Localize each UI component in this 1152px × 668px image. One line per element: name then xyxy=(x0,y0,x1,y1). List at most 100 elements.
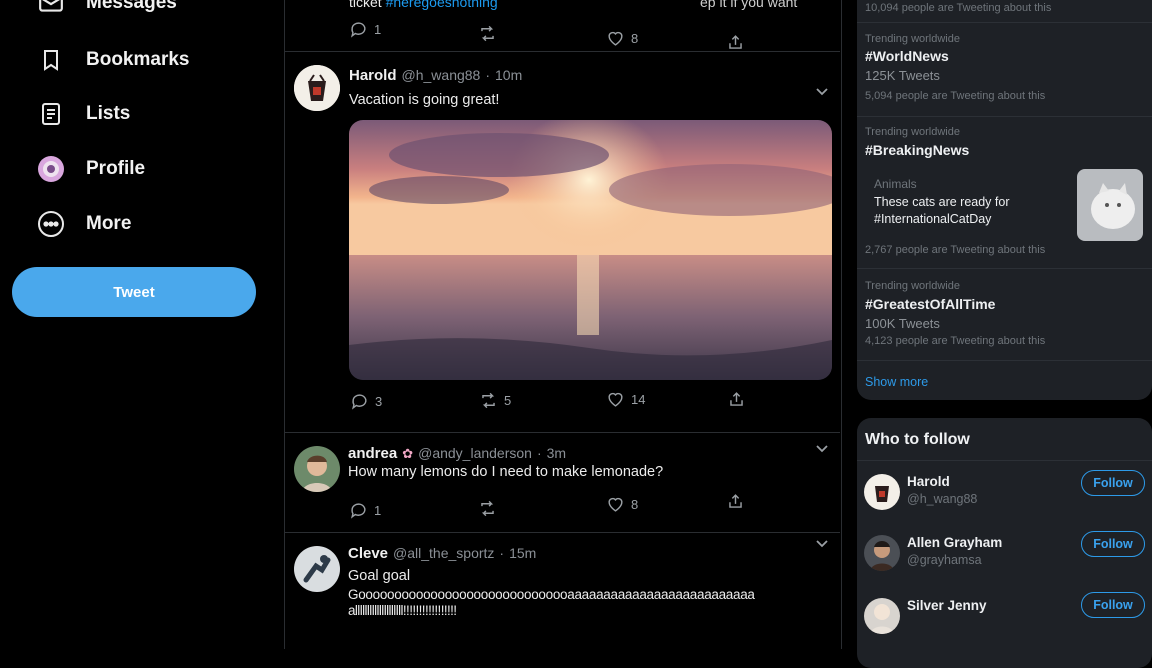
tweet-text: How many lemons do I need to make lemona… xyxy=(348,464,664,480)
show-more-link[interactable]: Show more xyxy=(865,375,928,389)
tweet-header: Harold @h_wang88 · 10m xyxy=(349,67,522,84)
share-action[interactable] xyxy=(727,390,746,409)
tweet-time[interactable]: 3m xyxy=(547,445,566,461)
suggestion-handle: @grayhamsa xyxy=(907,553,982,567)
heart-icon xyxy=(608,392,623,407)
retweet-count: 5 xyxy=(504,393,512,408)
trend-hashtag[interactable]: #BreakingNews xyxy=(865,142,969,158)
like-count: 8 xyxy=(631,497,639,512)
trend-divider xyxy=(857,22,1152,23)
share-action[interactable] xyxy=(726,492,745,511)
tweet-divider xyxy=(284,432,840,433)
tweet-author-handle[interactable]: @h_wang88 xyxy=(402,67,481,83)
retweet-action[interactable] xyxy=(478,499,497,518)
trend-context: Trending worldwide xyxy=(865,126,960,138)
flower-emoji-icon: ✿ xyxy=(402,446,414,461)
heart-icon xyxy=(608,497,623,512)
tweet-time[interactable]: 10m xyxy=(495,67,522,83)
news-card-headline: These cats are ready for xyxy=(874,195,1010,209)
nav-lists-label: Lists xyxy=(86,103,131,124)
news-card-category: Animals xyxy=(874,177,917,191)
envelope-icon xyxy=(36,0,66,18)
chevron-down-icon[interactable] xyxy=(814,440,830,456)
tweet-button[interactable]: Tweet xyxy=(12,267,256,317)
follow-button[interactable]: Follow xyxy=(1081,470,1145,496)
suggestion-handle: @h_wang88 xyxy=(907,492,978,506)
trend-people-count: 5,094 people are Tweeting about this xyxy=(865,90,1046,102)
share-icon xyxy=(729,494,742,508)
trend-context: Trending worldwide xyxy=(865,33,960,45)
who-to-follow-title: Who to follow xyxy=(865,431,970,448)
trend-people-count: 2,767 people are Tweeting about this xyxy=(865,244,1046,256)
reply-count: 1 xyxy=(374,503,382,518)
reply-action[interactable]: 1 xyxy=(349,501,381,520)
tweet-text: Goal goal xyxy=(348,568,411,584)
trend-hashtag[interactable]: #GreatestOfAllTime xyxy=(865,296,995,312)
avatar[interactable] xyxy=(864,535,900,571)
dot-separator: · xyxy=(485,67,491,83)
trend-people-count: 4,123 people are Tweeting about this xyxy=(865,335,1046,347)
avatar[interactable] xyxy=(864,598,900,634)
dot-separator: · xyxy=(499,545,505,561)
nav-more[interactable]: More xyxy=(36,209,131,239)
reply-count: 1 xyxy=(374,22,382,37)
retweet-action[interactable]: 5 xyxy=(479,391,511,410)
follow-button[interactable]: Follow xyxy=(1081,592,1145,618)
trend-divider xyxy=(857,360,1152,361)
retweet-action[interactable] xyxy=(478,24,497,43)
avatar[interactable] xyxy=(294,546,340,592)
trend-tweet-count: 125K Tweets xyxy=(865,68,940,83)
lists-icon xyxy=(36,99,66,129)
like-action[interactable]: 14 xyxy=(606,390,645,409)
profile-avatar-icon xyxy=(36,154,66,184)
tweet-text: Vacation is going great! xyxy=(349,92,500,108)
suggestion-name[interactable]: Allen Grayham xyxy=(907,535,1002,550)
trend-tweet-count: 100K Tweets xyxy=(865,316,940,331)
retweet-icon xyxy=(482,392,495,409)
tweet-time[interactable]: 15m xyxy=(509,545,536,561)
avatar[interactable] xyxy=(864,474,900,510)
share-action[interactable] xyxy=(726,33,745,52)
reply-action[interactable]: 3 xyxy=(350,392,382,411)
nav-messages-label: Messages xyxy=(86,0,177,13)
follow-button[interactable]: Follow xyxy=(1081,531,1145,557)
chevron-down-icon[interactable] xyxy=(814,535,830,551)
suggestion-name[interactable]: Harold xyxy=(907,474,950,489)
tweet-author-name[interactable]: andrea xyxy=(348,445,397,462)
news-card-headline-2: #InternationalCatDay xyxy=(874,212,992,226)
nav-messages[interactable]: Messages xyxy=(36,0,177,18)
share-icon xyxy=(730,392,743,406)
heart-icon xyxy=(608,31,623,46)
more-circle-icon xyxy=(36,209,66,239)
nav-bookmarks-label: Bookmarks xyxy=(86,49,190,70)
avatar[interactable] xyxy=(294,65,340,111)
tweet-photo-sunset[interactable] xyxy=(349,120,832,380)
tweet-divider xyxy=(284,532,840,533)
tweet-author-name[interactable]: Cleve xyxy=(348,545,388,562)
nav-profile-label: Profile xyxy=(86,158,146,179)
trend-divider xyxy=(857,116,1152,117)
trend-hashtag[interactable]: #WorldNews xyxy=(865,48,949,64)
suggestion-name[interactable]: Silver Jenny xyxy=(907,598,987,613)
nav-bookmarks[interactable]: Bookmarks xyxy=(36,45,190,75)
chevron-down-icon[interactable] xyxy=(814,83,830,99)
nav-profile[interactable]: Profile xyxy=(36,154,145,184)
reply-icon xyxy=(350,22,366,38)
hashtag-link[interactable]: #heregoesnothing xyxy=(386,0,498,10)
tweet-author-handle[interactable]: @andy_landerson xyxy=(418,445,532,461)
tweet-text-line3: allllllllllllllllllll!!!!!!!!!!!!!!!!! xyxy=(348,603,457,618)
tweet-header: Cleve @all_the_sportz · 15m xyxy=(348,545,536,562)
like-action[interactable]: 8 xyxy=(606,495,638,514)
reply-icon xyxy=(351,394,367,410)
bookmark-icon xyxy=(36,45,66,75)
reply-action[interactable]: 1 xyxy=(349,20,381,39)
retweet-icon xyxy=(481,500,494,517)
tweet-author-handle[interactable]: @all_the_sportz xyxy=(393,545,494,561)
partial-tweet-text-right: ep it if you want xyxy=(700,0,798,10)
like-action[interactable]: 8 xyxy=(606,29,638,48)
tweet-divider xyxy=(284,51,840,52)
tweet-header: andrea ✿ @andy_landerson · 3m xyxy=(348,445,566,462)
nav-lists[interactable]: Lists xyxy=(36,99,130,129)
tweet-author-name[interactable]: Harold xyxy=(349,67,397,84)
avatar[interactable] xyxy=(294,446,340,492)
